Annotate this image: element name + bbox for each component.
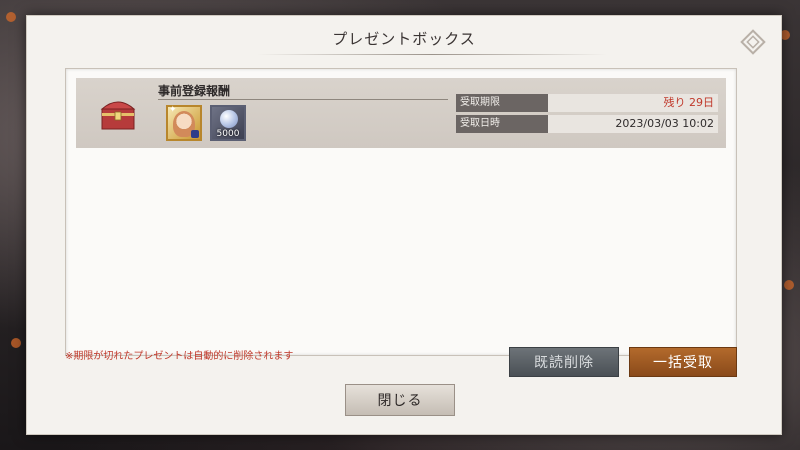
dialog-title: プレゼントボックス	[332, 30, 476, 48]
expiry-row: 受取期限 残り 29日	[456, 94, 718, 112]
reward-quantity: 5000	[216, 129, 240, 139]
treasure-chest-icon	[100, 101, 136, 130]
item-title-divider	[158, 99, 448, 100]
rarity-star-icon: ✦	[169, 105, 177, 115]
title-divider	[257, 54, 607, 55]
decor-dot	[784, 280, 794, 290]
received-date-label: 受取日時	[456, 115, 548, 133]
receive-all-button[interactable]: 一括受取	[629, 347, 737, 377]
received-date-row: 受取日時 2023/03/03 10:02	[456, 115, 718, 133]
expiry-value: 残り 29日	[548, 94, 718, 112]
crystal-orb-icon	[220, 110, 238, 128]
menu-diamond-icon[interactable]	[739, 28, 767, 56]
expiry-label: 受取期限	[456, 94, 548, 112]
item-title: 事前登録報酬	[158, 84, 231, 98]
received-date-value: 2023/03/03 10:02	[548, 115, 718, 133]
close-button[interactable]: 閉じる	[345, 384, 455, 416]
decor-dot	[6, 12, 16, 22]
expiry-notice: ※期限が切れたプレゼントは自動的に削除されます	[65, 351, 294, 362]
present-list[interactable]: 事前登録報酬 ✦ 5000 受取期限 残り 29日 受取日時 2023/03/0…	[65, 68, 737, 356]
present-item-row[interactable]: 事前登録報酬 ✦ 5000 受取期限 残り 29日 受取日時 2023/03/0…	[76, 78, 726, 148]
present-box-dialog: プレゼントボックス 事前登録報酬 ✦ 5000 受取期限 残り 29日 受取日時…	[26, 15, 782, 435]
element-badge-icon	[191, 130, 199, 138]
reward-character-card[interactable]: ✦	[166, 105, 202, 141]
reward-crystal[interactable]: 5000	[210, 105, 246, 141]
decor-dot	[11, 338, 21, 348]
delete-read-button[interactable]: 既読削除	[509, 347, 619, 377]
